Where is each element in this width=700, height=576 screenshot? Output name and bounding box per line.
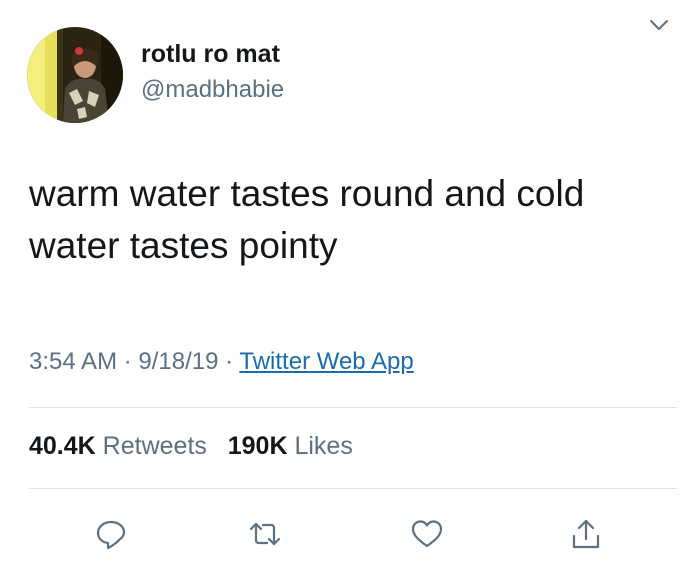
display-name[interactable]: rotlu ro mat [141, 40, 280, 69]
likes-stat[interactable]: 190K Likes [228, 432, 353, 460]
share-arrow-icon [572, 519, 600, 549]
retweet-arrows-icon [249, 522, 281, 546]
source-link[interactable]: Twitter Web App [239, 348, 413, 375]
chevron-down-icon[interactable] [648, 14, 670, 36]
avatar[interactable] [27, 27, 123, 123]
retweets-stat[interactable]: 40.4K Retweets [29, 432, 207, 460]
tweet-date: 9/18/19 [138, 348, 219, 375]
likes-count: 190K [227, 432, 288, 460]
tweet-card: rotlu ro mat @madbhabie warm water taste… [0, 0, 700, 576]
meta-separator: · [123, 348, 132, 375]
retweets-label: Retweets [102, 432, 207, 460]
speech-bubble-icon [96, 520, 126, 550]
retweets-count: 40.4K [29, 432, 96, 460]
retweet-button[interactable] [245, 514, 285, 554]
likes-label: Likes [294, 432, 353, 460]
meta-separator: · [225, 348, 234, 375]
tweet-time: 3:54 AM [29, 348, 118, 375]
heart-icon [411, 520, 443, 548]
user-handle[interactable]: @madbhabie [141, 76, 284, 104]
divider [29, 488, 677, 489]
reply-button[interactable] [91, 514, 131, 554]
action-bar [0, 514, 700, 554]
tweet-stats: 40.4K Retweets 190K Likes [29, 432, 353, 461]
tweet-meta: 3:54 AM · 9/18/19 · Twitter Web App [29, 348, 414, 376]
share-button[interactable] [566, 514, 606, 554]
divider [29, 407, 677, 408]
tweet-text: warm water tastes round and cold water t… [29, 173, 585, 266]
like-button[interactable] [407, 514, 447, 554]
